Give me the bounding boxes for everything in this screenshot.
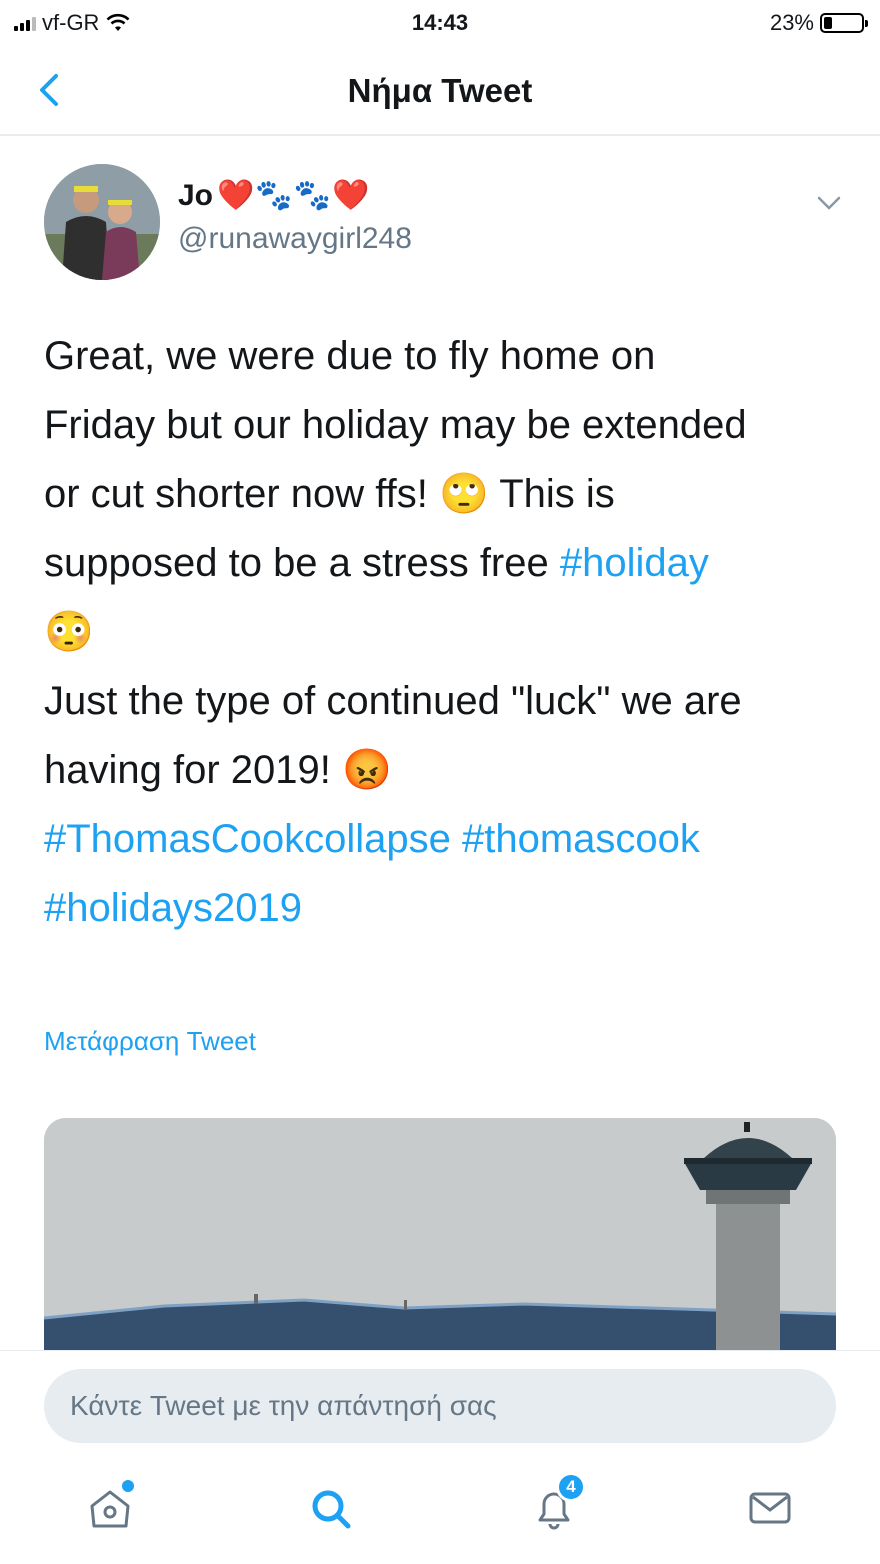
status-right: 23% bbox=[769, 10, 868, 36]
tab-notifications[interactable]: 4 bbox=[526, 1472, 586, 1540]
airport-photo bbox=[44, 1118, 836, 1350]
translate-tweet-link[interactable]: Μετάφραση Tweet bbox=[44, 1026, 256, 1057]
tweet-text-fragment: or cut shorter now ffs! bbox=[44, 472, 439, 516]
unread-dot bbox=[122, 1480, 134, 1492]
tab-home[interactable] bbox=[82, 1480, 142, 1540]
tweet-line: or cut shorter now ffs! 🙄 This is bbox=[44, 460, 844, 529]
nav-bar: Νήμα Tweet bbox=[0, 46, 880, 136]
tweet-text-fragment: This is bbox=[488, 472, 615, 516]
tweet-media-image[interactable] bbox=[44, 1118, 836, 1350]
tweet-text-fragment: having for 2019! bbox=[44, 748, 342, 792]
avatar[interactable] bbox=[44, 164, 160, 280]
tweet-options-button[interactable] bbox=[814, 190, 844, 216]
tab-messages[interactable] bbox=[742, 1480, 802, 1540]
tweet-line: #ThomasCookcollapse #thomascook bbox=[44, 805, 844, 874]
tweet-line: supposed to be a stress free #holiday bbox=[44, 529, 844, 598]
flushed-emoji: 😳 bbox=[44, 610, 94, 654]
hashtag-link[interactable]: #holiday bbox=[560, 541, 709, 585]
chevron-down-icon bbox=[817, 196, 841, 210]
tweet-line: 😳 bbox=[44, 598, 844, 667]
battery-icon bbox=[820, 13, 868, 33]
status-time: 14:43 bbox=[411, 10, 469, 35]
user-display-name[interactable]: Jo ❤️🐾🐾❤️ bbox=[178, 178, 370, 213]
reply-input[interactable] bbox=[44, 1369, 836, 1443]
tweet-line: Great, we were due to fly home on bbox=[44, 334, 656, 378]
eye-roll-emoji: 🙄 bbox=[438, 472, 489, 516]
tab-search[interactable] bbox=[304, 1480, 364, 1540]
hashtag-link[interactable]: #holidays2019 bbox=[44, 886, 302, 930]
tweet-line: Friday but our holiday may be extended bbox=[44, 403, 747, 447]
tweet-line: having for 2019! 😡 bbox=[44, 736, 844, 805]
page-title: Νήμα Tweet bbox=[347, 72, 533, 109]
notification-count-badge: 4 bbox=[556, 1472, 586, 1502]
avatar-photo bbox=[44, 164, 160, 280]
name-emojis: ❤️🐾🐾❤️ bbox=[217, 179, 371, 212]
status-bar: vf-GR 14:43 23% bbox=[0, 0, 880, 46]
tweet-line: #holidays2019 bbox=[44, 874, 844, 943]
tweet-text: Great, we were due to fly home on Friday… bbox=[44, 322, 844, 943]
messages-icon bbox=[749, 1492, 791, 1524]
user-handle[interactable]: @runawaygirl248 bbox=[178, 222, 412, 256]
angry-emoji: 😡 bbox=[342, 748, 392, 792]
tweet-text-fragment: supposed to be a stress free bbox=[44, 541, 560, 585]
hashtag-link[interactable]: #thomascook bbox=[462, 817, 700, 861]
tweet-line: Just the type of continued "luck" we are bbox=[44, 679, 742, 723]
hashtag-link[interactable]: #ThomasCookcollapse bbox=[44, 817, 451, 861]
battery-percent: 23% bbox=[769, 10, 814, 35]
search-icon bbox=[312, 1490, 351, 1529]
reply-composer bbox=[0, 1350, 880, 1460]
user-name-text: Jo bbox=[178, 178, 214, 212]
tab-bar: 4 bbox=[0, 1460, 880, 1564]
